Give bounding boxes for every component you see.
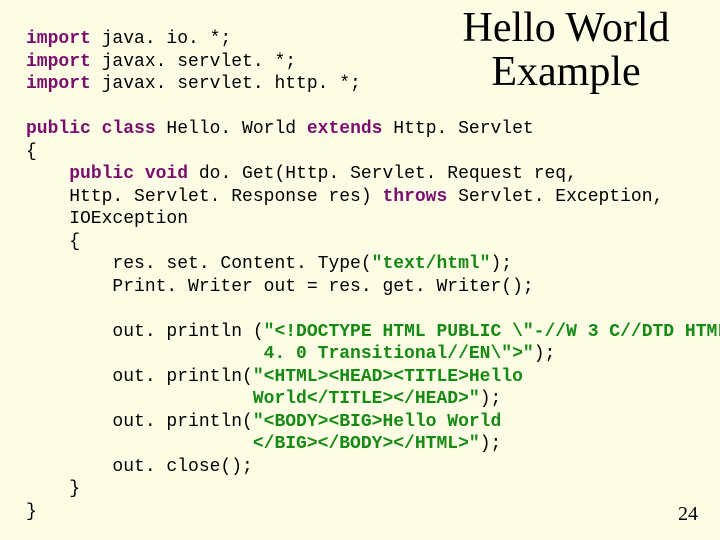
code-text: IOException (26, 209, 188, 229)
code-text: { (26, 142, 37, 162)
kw-import: import (26, 74, 91, 94)
string-literal: "<!DOCTYPE HTML PUBLIC \"-//W 3 C//DTD H… (264, 322, 720, 342)
code-text: java. io. *; (91, 29, 231, 49)
code-text: ); (534, 344, 556, 364)
kw-throws: throws (382, 187, 447, 207)
page-number: 24 (678, 503, 698, 526)
code-text: out. println ( (26, 322, 264, 342)
code-text: ); (490, 254, 512, 274)
code-text: out. println( (26, 367, 253, 387)
kw-import: import (26, 29, 91, 49)
code-text: out. close(); (26, 457, 253, 477)
code-text: } (26, 479, 80, 499)
code-text: ); (480, 434, 502, 454)
string-literal: "<BODY><BIG>Hello World (253, 412, 501, 432)
string-literal: "text/html" (372, 254, 491, 274)
code-text: Hello. World (156, 119, 307, 139)
code-text: do. Get(Http. Servlet. Request req, (188, 164, 577, 184)
kw-public-class: public class (26, 119, 156, 139)
string-literal: </BIG></BODY></HTML>" (26, 434, 480, 454)
string-literal: 4. 0 Transitional//EN\">" (26, 344, 534, 364)
kw-import: import (26, 52, 91, 72)
code-text: { (26, 232, 80, 252)
code-block: import java. io. *; import javax. servle… (26, 28, 694, 523)
code-text: out. println( (26, 412, 253, 432)
string-literal: World</TITLE></HEAD>" (26, 389, 480, 409)
code-text (26, 164, 69, 184)
code-text: javax. servlet. http. *; (91, 74, 361, 94)
code-text: Http. Servlet (382, 119, 533, 139)
kw-public-void: public void (69, 164, 188, 184)
kw-extends: extends (307, 119, 383, 139)
code-text: Servlet. Exception, (447, 187, 663, 207)
code-text: javax. servlet. *; (91, 52, 296, 72)
code-text: res. set. Content. Type( (26, 254, 372, 274)
code-text: } (26, 502, 37, 522)
code-text: ); (480, 389, 502, 409)
string-literal: "<HTML><HEAD><TITLE>Hello (253, 367, 523, 387)
code-text: Print. Writer out = res. get. Writer(); (26, 277, 534, 297)
code-text: Http. Servlet. Response res) (26, 187, 382, 207)
slide: Hello World Example import java. io. *; … (0, 0, 720, 540)
